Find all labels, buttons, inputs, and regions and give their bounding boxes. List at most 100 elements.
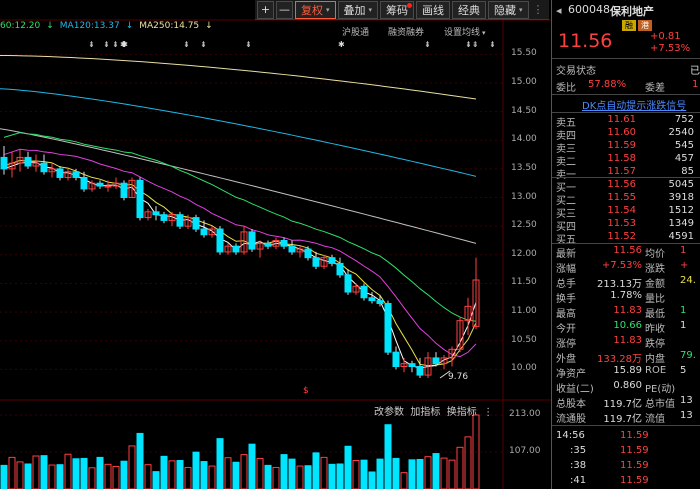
volume-bar xyxy=(400,472,408,489)
asks-label: 卖五 xyxy=(556,118,576,129)
stat-v1: 213.13万 xyxy=(597,279,642,290)
asks-row[interactable]: 卖五 11.61 752 xyxy=(556,114,697,129)
jingdian-button[interactable]: 经典 xyxy=(452,0,487,19)
ma60-label: 60:12.20 xyxy=(0,21,41,31)
candle-down xyxy=(264,242,272,247)
candle-down xyxy=(280,239,288,247)
stock-code: 600048 xyxy=(568,3,610,16)
event-marker-icon[interactable]: ⇟ xyxy=(103,40,110,50)
asks-row[interactable]: 卖二 11.58 457 xyxy=(556,153,697,168)
candle-down xyxy=(72,171,80,178)
drag-handle-icon[interactable]: ⋮ xyxy=(533,3,544,16)
volume-bar xyxy=(312,452,320,489)
stat-v1: 119.7亿 xyxy=(603,414,642,425)
weicha-label: 委差 xyxy=(645,83,665,94)
stat-v1: 10.66 xyxy=(613,320,642,331)
yincang-button[interactable]: 隐藏 ▾ xyxy=(488,0,529,19)
event-marker-icon[interactable]: ⇟ xyxy=(489,40,496,50)
switch-indicator-button[interactable]: 换指标 xyxy=(447,407,477,418)
candle-down xyxy=(80,176,88,190)
diejia-button[interactable]: 叠加 ▾ xyxy=(337,0,379,19)
low-price-label: 9.76 xyxy=(448,372,469,382)
volume-bar xyxy=(24,463,32,489)
chart-toolbar: + — 复权 ▾ 叠加 ▾ 筹码 画线 经典 隐藏 ▾ ⋮ xyxy=(255,0,549,20)
stat-v1: 11.83 xyxy=(613,305,642,316)
set-ma-button[interactable]: 设置均线 ▾ xyxy=(444,25,486,38)
back-arrow-icon[interactable]: ◂ xyxy=(556,4,562,17)
bids-volume: 1512 xyxy=(668,205,694,216)
vol-tools: 改参数 加指标 换指标 ⋮ xyxy=(374,403,493,418)
more-icon[interactable]: ⋮ xyxy=(483,407,493,418)
candle-down xyxy=(304,248,312,259)
bids-row[interactable]: 买三 11.54 1512 xyxy=(556,205,697,220)
dollar-marker-icon: $ xyxy=(303,386,309,396)
candle-down xyxy=(392,351,400,367)
event-marker-icon[interactable]: ⇟ xyxy=(88,40,95,50)
candle-down xyxy=(216,228,224,253)
stat-l1: 总手 xyxy=(556,279,576,290)
price-axis-label: 12.00 xyxy=(511,248,537,259)
candle-down xyxy=(136,179,144,219)
tick-row: :38 11.59 xyxy=(556,460,697,473)
candle-down xyxy=(432,357,440,365)
stat-v1: 119.7亿 xyxy=(603,399,642,410)
candle-down xyxy=(416,365,424,376)
stock-name: 保利地产 xyxy=(610,5,654,18)
bids-label: 买二 xyxy=(556,196,576,207)
stat-l1: 最新 xyxy=(556,249,576,260)
volume-bar xyxy=(248,443,256,489)
price-axis-label: 13.50 xyxy=(511,162,537,173)
bids-row[interactable]: 买一 11.56 5045 xyxy=(556,179,697,194)
asks-row[interactable]: 卖三 11.59 545 xyxy=(556,140,697,155)
volume-bar xyxy=(104,463,112,489)
price-axis-label: 14.00 xyxy=(511,134,537,145)
last-price: 11.56 xyxy=(558,30,613,52)
candle-down xyxy=(232,245,240,253)
event-marker-icon[interactable]: ⇟ xyxy=(424,40,431,50)
tick-row: :41 11.59 xyxy=(556,475,697,488)
tick-price: 11.59 xyxy=(620,460,649,471)
ma-legend: 60:12.20 ↓ MA120:13.37 ↓ MA250:14.75 ↓ xyxy=(0,21,213,33)
tick-time: :38 xyxy=(570,460,587,471)
event-marker-icon[interactable]: ⇟ xyxy=(183,40,190,50)
zoom-in-button[interactable]: + xyxy=(257,0,274,19)
stat-l2: 量比 xyxy=(645,294,665,305)
event-marker-icon[interactable]: ✱ xyxy=(120,40,127,50)
change-param-button[interactable]: 改参数 xyxy=(374,407,404,418)
asks-volume: 545 xyxy=(674,140,694,151)
volume-bar xyxy=(384,424,392,489)
volume-bar xyxy=(360,459,368,489)
bids-volume: 1349 xyxy=(668,218,694,229)
volume-bar xyxy=(168,460,176,489)
bids-row[interactable]: 买二 11.55 3918 xyxy=(556,192,697,207)
chouma-button[interactable]: 筹码 xyxy=(380,0,415,19)
asks-row[interactable]: 卖四 11.60 2540 xyxy=(556,127,697,142)
huaxian-button[interactable]: 画线 xyxy=(416,0,451,19)
candle-up xyxy=(104,185,112,188)
hgt-label[interactable]: 沪股通 xyxy=(342,25,369,38)
event-marker-icon[interactable]: ⇟ xyxy=(245,40,252,50)
price-axis-label: 12.50 xyxy=(511,220,537,231)
stat-l1: 流通股 xyxy=(556,414,586,425)
event-marker-icon[interactable]: ⇟⇟ xyxy=(465,40,478,50)
volume-bar xyxy=(80,457,88,489)
dk-signal-link[interactable]: DK点自动提示涨跌信号 xyxy=(582,97,686,112)
volume-bar xyxy=(280,454,288,489)
ma120-label: MA120:13.37 xyxy=(59,21,120,31)
ma120-line xyxy=(0,88,477,177)
fuquan-button[interactable]: 复权 ▾ xyxy=(295,0,336,19)
zoom-out-button[interactable]: — xyxy=(276,0,293,19)
bids-row[interactable]: 买四 11.53 1349 xyxy=(556,218,697,233)
stat-v2: 24. xyxy=(680,275,696,286)
stat-l2: 流值 xyxy=(645,414,665,425)
volume-bar xyxy=(64,453,72,489)
rzrq-label[interactable]: 融资融券 xyxy=(388,25,424,38)
add-indicator-button[interactable]: 加指标 xyxy=(410,407,440,418)
stat-l1: 最高 xyxy=(556,309,576,320)
volume-bar xyxy=(144,464,152,489)
bids-row[interactable]: 买五 11.52 4591 xyxy=(556,231,697,246)
event-marker-icon[interactable]: ✱ xyxy=(338,40,345,50)
candle-down xyxy=(160,214,168,221)
weibi-label: 委比 xyxy=(556,83,576,94)
event-marker-icon[interactable]: ⇟ xyxy=(200,40,207,50)
